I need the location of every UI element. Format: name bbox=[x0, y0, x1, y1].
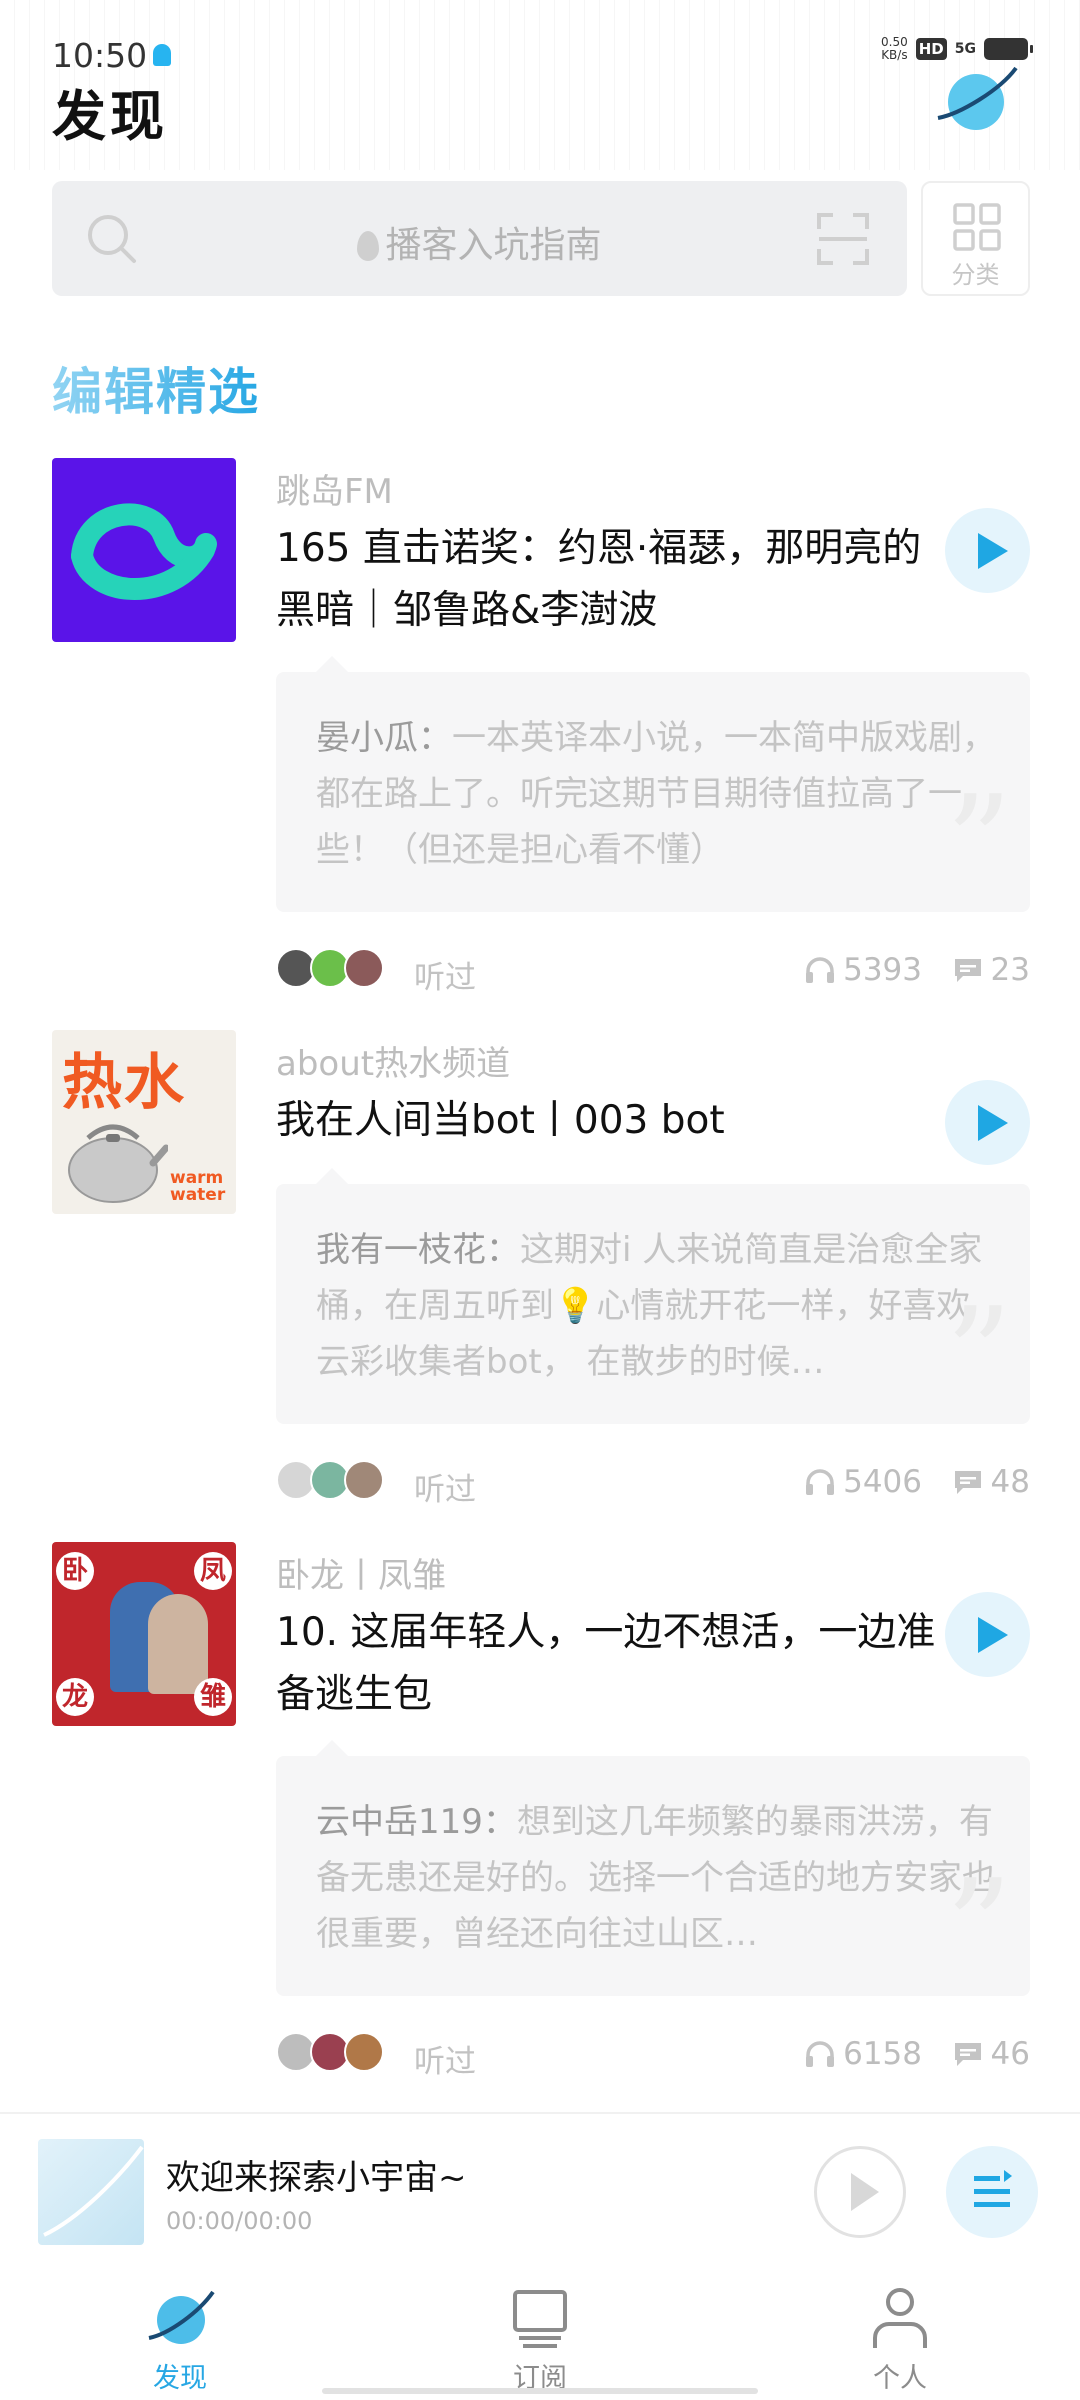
category-label: 分类 bbox=[951, 261, 1000, 289]
comment-icon bbox=[954, 2043, 981, 2066]
episode-title[interactable]: 我在人间当bot丨003 bot bbox=[276, 1090, 936, 1152]
stats-row: 听过 5406 48 bbox=[276, 1460, 1030, 1508]
cover-subtitle: warm water bbox=[170, 1168, 226, 1205]
mini-player-cover[interactable] bbox=[38, 2139, 144, 2245]
net-speed: 0.50 KB/s bbox=[881, 35, 908, 62]
mini-play-button[interactable] bbox=[814, 2146, 906, 2238]
stats-row: 听过 6158 46 bbox=[276, 2032, 1030, 2080]
podcast-name[interactable]: 卧龙丨凤雏 bbox=[276, 1548, 446, 1597]
nav-item-discover[interactable]: 发现 bbox=[80, 2286, 280, 2395]
search-placeholder: 播客入坑指南 bbox=[52, 216, 907, 268]
stats-row: 听过 5393 23 bbox=[276, 948, 1030, 996]
home-indicator[interactable] bbox=[322, 2388, 758, 2394]
episode-cover[interactable]: 热水 warm water bbox=[52, 1030, 236, 1214]
playlist-icon bbox=[974, 2170, 1012, 2207]
comment-user[interactable]: 晏小瓜： bbox=[316, 718, 452, 758]
status-icons: 0.50 KB/s HD 5G bbox=[881, 35, 1033, 62]
play-button[interactable] bbox=[945, 1080, 1030, 1165]
comment-box[interactable]: 我有一枝花：这期对i 人来说简直是治愈全家桶，在周五听到💡心情就开花一样，好喜欢… bbox=[276, 1168, 1030, 1431]
bottom-nav: 发现 订阅 个人 bbox=[0, 2262, 1080, 2400]
comment-icon bbox=[954, 959, 981, 982]
kettle-icon bbox=[68, 1124, 168, 1203]
play-button[interactable] bbox=[945, 508, 1030, 593]
mini-player[interactable]: 欢迎来探索小宇宙~ 00:00/00:00 bbox=[0, 2112, 1080, 2262]
quote-icon: ” bbox=[945, 1851, 1012, 2003]
person-icon bbox=[873, 2288, 927, 2348]
mini-player-title[interactable]: 欢迎来探索小宇宙~ bbox=[166, 2150, 467, 2199]
play-count: 5406 bbox=[805, 1464, 922, 1500]
play-count: 5393 bbox=[805, 952, 922, 988]
planet-icon bbox=[148, 2290, 215, 2344]
cover-figure bbox=[148, 1594, 208, 1694]
mini-player-time: 00:00/00:00 bbox=[166, 2207, 313, 2235]
episode-cover[interactable]: 卧 凤 龙 雏 bbox=[52, 1542, 236, 1726]
podcast-name[interactable]: about热水频道 bbox=[276, 1036, 510, 1085]
episode-cover[interactable] bbox=[52, 458, 236, 642]
headphones-icon bbox=[806, 1469, 835, 1495]
listener-avatars[interactable] bbox=[276, 2032, 384, 2072]
comment-text: 我有一枝花：这期对i 人来说简直是治愈全家桶，在周五听到💡心情就开花一样，好喜欢… bbox=[316, 1230, 983, 1382]
comment-count[interactable]: 48 bbox=[953, 1464, 1030, 1500]
signal-icon: 5G bbox=[954, 41, 976, 57]
comment-text: 云中岳119：想到这几年频繁的暴雨洪涝，有备无患还是好的。选择一个合适的地方安家… bbox=[316, 1802, 996, 1954]
notification-icon bbox=[153, 44, 171, 66]
comment-box[interactable]: 晏小瓜：一本英译本小说，一本简中版戏剧，都在路上了。听完这期节目期待值拉高了一些… bbox=[276, 656, 1030, 919]
listener-avatars[interactable] bbox=[276, 1460, 384, 1500]
episode-title[interactable]: 10. 这届年轻人，一边不想活，一边准备逃生包 bbox=[276, 1602, 936, 1726]
comment-count[interactable]: 23 bbox=[953, 952, 1030, 988]
comment-count[interactable]: 46 bbox=[953, 2036, 1030, 2072]
avatar bbox=[344, 1460, 384, 1500]
status-time: 10:50 bbox=[52, 36, 148, 75]
flame-icon bbox=[357, 231, 380, 261]
scan-icon[interactable] bbox=[815, 211, 871, 267]
grid-icon bbox=[953, 203, 1001, 251]
play-button[interactable] bbox=[945, 1592, 1030, 1677]
nav-item-subscriptions[interactable]: 订阅 bbox=[440, 2286, 640, 2395]
episode-card[interactable]: 热水 warm water about热水频道 我在人间当bot丨003 bot… bbox=[52, 1030, 1030, 1540]
nav-label: 发现 bbox=[153, 2363, 207, 2394]
headphones-icon bbox=[806, 2041, 835, 2067]
wave-logo-icon bbox=[71, 503, 217, 600]
hd-badge: HD bbox=[915, 38, 947, 60]
comment-user[interactable]: 我有一枝花： bbox=[316, 1230, 520, 1270]
page-title: 发现 bbox=[52, 85, 168, 148]
episode-card[interactable]: 卧 凤 龙 雏 卧龙丨凤雏 10. 这届年轻人，一边不想活，一边准备逃生包 云中… bbox=[52, 1542, 1030, 2082]
section-title: 编辑精选 bbox=[52, 352, 260, 424]
comment-box[interactable]: 云中岳119：想到这几年频繁的暴雨洪涝，有备无患还是好的。选择一个合适的地方安家… bbox=[276, 1740, 1030, 2003]
podcast-name[interactable]: 跳岛FM bbox=[276, 464, 393, 513]
playlist-button[interactable] bbox=[946, 2146, 1038, 2238]
comment-user[interactable]: 云中岳119： bbox=[316, 1802, 517, 1842]
search-bar[interactable]: 播客入坑指南 bbox=[52, 181, 907, 296]
comment-text: 晏小瓜：一本英译本小说，一本简中版戏剧，都在路上了。听完这期节目期待值拉高了一些… bbox=[316, 718, 996, 870]
cover-char: 凤 bbox=[194, 1552, 232, 1590]
avatar bbox=[344, 948, 384, 988]
heard-label: 听过 bbox=[414, 960, 476, 996]
heard-label: 听过 bbox=[414, 2044, 476, 2080]
episode-title[interactable]: 165 直击诺奖：约恩·福瑟，那明亮的黑暗｜邹鲁路&李澍波 bbox=[276, 518, 936, 642]
avatar bbox=[344, 2032, 384, 2072]
planet-logo-icon[interactable] bbox=[930, 62, 1018, 132]
battery-icon bbox=[984, 38, 1033, 60]
category-button[interactable]: 分类 bbox=[921, 181, 1030, 296]
quote-icon: ” bbox=[945, 1279, 1012, 1431]
nav-item-profile[interactable]: 个人 bbox=[800, 2286, 1000, 2395]
monitor-icon bbox=[513, 2290, 567, 2348]
comment-icon bbox=[954, 1471, 981, 1494]
cover-char: 雏 bbox=[194, 1678, 232, 1716]
cover-char: 龙 bbox=[56, 1678, 94, 1716]
header-area: 10:50 0.50 KB/s HD 5G 发现 bbox=[0, 0, 1080, 170]
quote-icon: ” bbox=[945, 767, 1012, 919]
cover-char: 卧 bbox=[56, 1552, 94, 1590]
heard-label: 听过 bbox=[414, 1472, 476, 1508]
nav-label: 个人 bbox=[873, 2363, 927, 2394]
headphones-icon bbox=[806, 957, 835, 983]
planet-icon bbox=[43, 2145, 144, 2237]
listener-avatars[interactable] bbox=[276, 948, 384, 988]
play-count: 6158 bbox=[805, 2036, 922, 2072]
episode-card[interactable]: 跳岛FM 165 直击诺奖：约恩·福瑟，那明亮的黑暗｜邹鲁路&李澍波 晏小瓜：一… bbox=[52, 458, 1030, 996]
